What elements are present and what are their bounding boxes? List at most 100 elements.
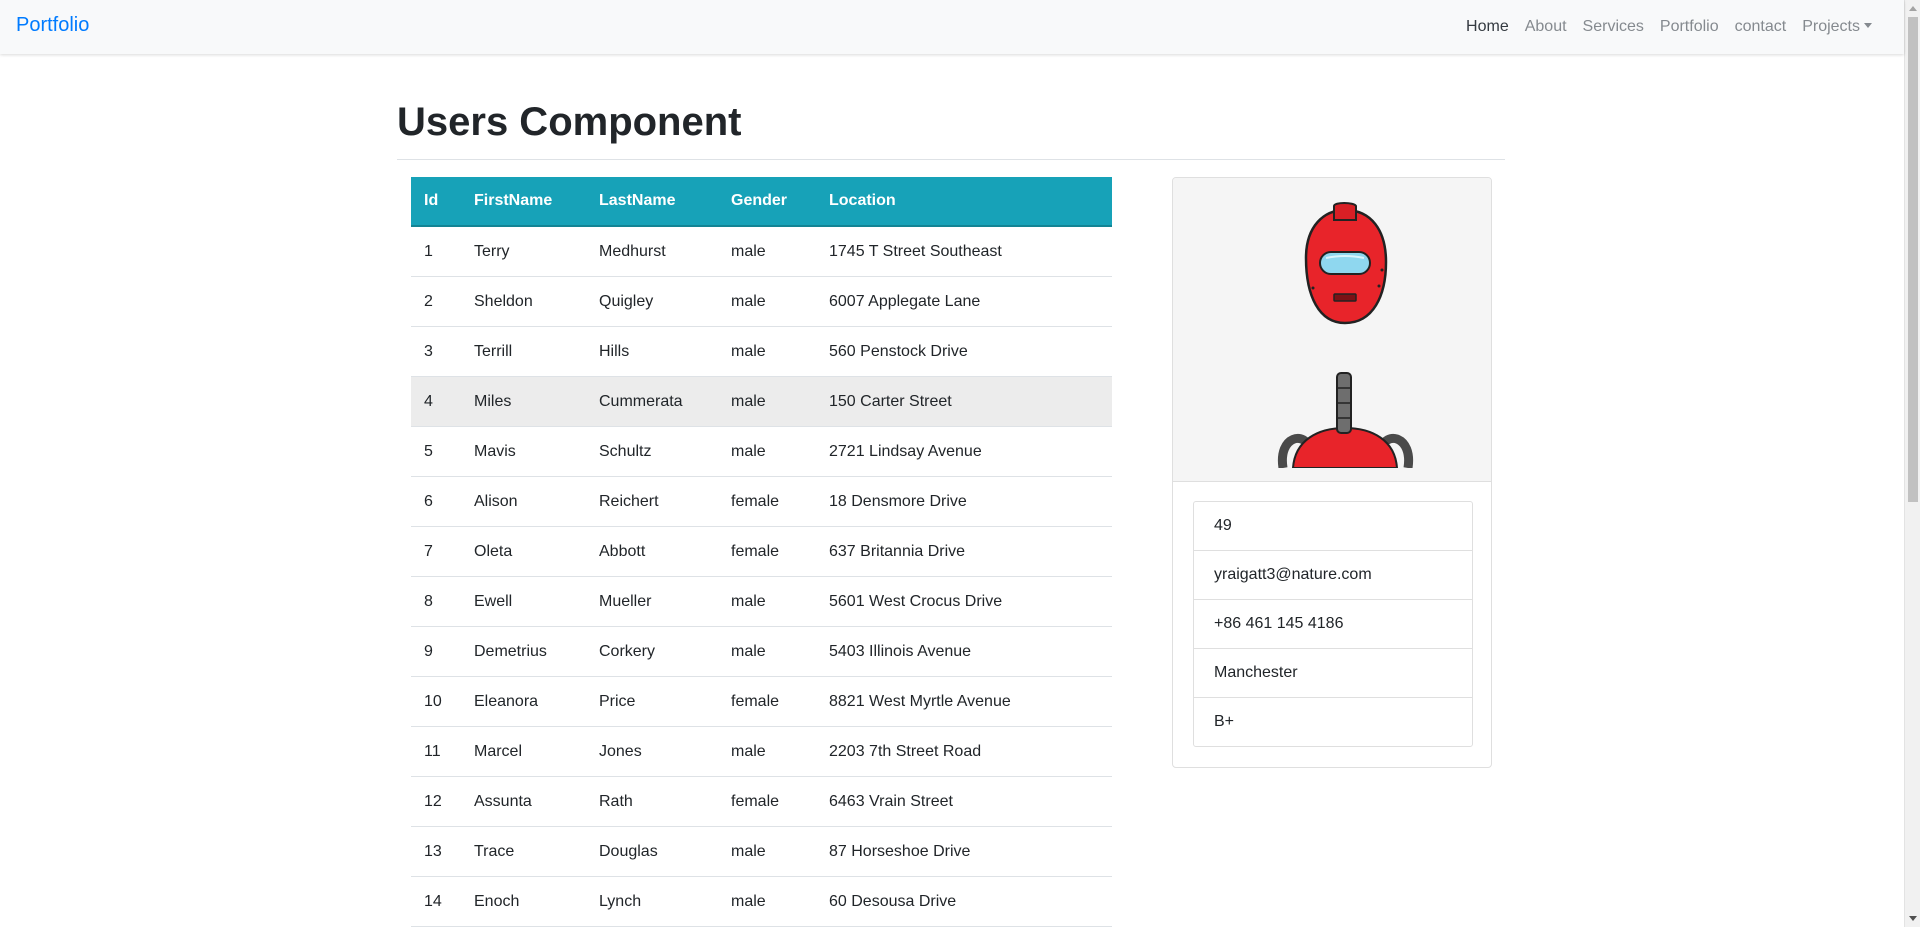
cell-id: 9 bbox=[411, 626, 461, 677]
scroll-up-arrow-icon[interactable] bbox=[1909, 6, 1917, 11]
cell-gender: female bbox=[718, 526, 816, 577]
cell-lastname: Medhurst bbox=[586, 226, 718, 277]
cell-firstname: Trace bbox=[461, 826, 586, 877]
cell-id: 2 bbox=[411, 276, 461, 327]
cell-firstname: Mavis bbox=[461, 426, 586, 477]
table-row[interactable]: 7 Oleta Abbott female 637 Britannia Drive bbox=[411, 526, 1112, 577]
page-title: Users Component bbox=[397, 100, 742, 144]
cell-lastname: Quigley bbox=[586, 276, 718, 327]
cell-firstname: Enoch bbox=[461, 876, 586, 927]
scroll-down-arrow-icon[interactable] bbox=[1909, 916, 1917, 921]
info-city: Manchester bbox=[1194, 649, 1472, 698]
cell-location: 5403 Illinois Avenue bbox=[816, 626, 1112, 677]
table-row[interactable]: 6 Alison Reichert female 18 Densmore Drive bbox=[411, 476, 1112, 527]
cell-id: 1 bbox=[411, 226, 461, 277]
cell-location: 6463 Vrain Street bbox=[816, 776, 1112, 827]
cell-firstname: Miles bbox=[461, 376, 586, 427]
table-row[interactable]: 10 Eleanora Price female 8821 West Myrtle Av… bbox=[411, 676, 1112, 727]
cell-location: 6007 Applegate Lane bbox=[816, 276, 1112, 327]
scrollbar-thumb[interactable] bbox=[1908, 17, 1918, 502]
cell-gender: male bbox=[718, 826, 816, 877]
cell-location: 1745 T Street Southeast bbox=[816, 226, 1112, 277]
cell-firstname: Sheldon bbox=[461, 276, 586, 327]
cell-firstname: Oleta bbox=[461, 526, 586, 577]
cell-id: 11 bbox=[411, 726, 461, 777]
cell-location: 60 Desousa Drive bbox=[816, 876, 1112, 927]
cell-id: 13 bbox=[411, 826, 461, 877]
header-location: Location bbox=[816, 177, 1112, 227]
header-lastname: LastName bbox=[586, 177, 718, 227]
cell-id: 12 bbox=[411, 776, 461, 827]
nav-contact[interactable]: contact bbox=[1727, 18, 1795, 36]
nav-about[interactable]: About bbox=[1517, 18, 1575, 36]
cell-firstname: Assunta bbox=[461, 776, 586, 827]
nav-services[interactable]: Services bbox=[1575, 18, 1652, 36]
cell-gender: male bbox=[718, 276, 816, 327]
users-table: Id FirstName LastName Gender Location 1T… bbox=[411, 177, 1112, 927]
cell-firstname: Marcel bbox=[461, 726, 586, 777]
cell-id: 3 bbox=[411, 326, 461, 377]
cell-firstname: Terry bbox=[461, 226, 586, 277]
cell-id: 10 bbox=[411, 676, 461, 727]
cell-id: 5 bbox=[411, 426, 461, 477]
table-row[interactable]: 12 Assunta Rath female 6463 Vrain Street bbox=[411, 776, 1112, 827]
cell-gender: male bbox=[718, 376, 816, 427]
table-row[interactable]: 9 Demetrius Corkery male 5403 Illinois Avenu… bbox=[411, 626, 1112, 677]
table-row[interactable]: 4 Miles Cummerata male 150 Carter Street bbox=[411, 376, 1112, 427]
caret-down-icon bbox=[1864, 23, 1872, 28]
table-row[interactable]: 5 Mavis Schultz male 2721 Lindsay Avenue bbox=[411, 426, 1112, 477]
nav-projects-dropdown[interactable]: Projects bbox=[1794, 18, 1880, 36]
cell-firstname: Demetrius bbox=[461, 626, 586, 677]
cell-id: 6 bbox=[411, 476, 461, 527]
cell-location: 637 Britannia Drive bbox=[816, 526, 1112, 577]
user-info-list: 49 yraigatt3@nature.com +86 461 145 4186… bbox=[1193, 501, 1473, 747]
cell-id: 4 bbox=[411, 376, 461, 427]
table-row[interactable]: 13 Trace Douglas male 87 Horseshoe Drive bbox=[411, 826, 1112, 877]
cell-location: 18 Densmore Drive bbox=[816, 476, 1112, 527]
cell-lastname: Jones bbox=[586, 726, 718, 777]
cell-location: 560 Penstock Drive bbox=[816, 326, 1112, 377]
cell-id: 7 bbox=[411, 526, 461, 577]
info-phone: +86 461 145 4186 bbox=[1194, 600, 1472, 649]
cell-location: 2203 7th Street Road bbox=[816, 726, 1112, 777]
cell-lastname: Lynch bbox=[586, 876, 718, 927]
table-row[interactable]: 1 Terry Medhurst male 1745 T Street Southeas… bbox=[411, 226, 1112, 277]
nav-portfolio[interactable]: Portfolio bbox=[1652, 18, 1727, 36]
table-header-row: Id FirstName LastName Gender Location bbox=[411, 177, 1112, 227]
cell-gender: male bbox=[718, 726, 816, 777]
cell-firstname: Alison bbox=[461, 476, 586, 527]
cell-firstname: Ewell bbox=[461, 576, 586, 627]
nav-projects-label: Projects bbox=[1802, 18, 1860, 35]
vertical-scrollbar[interactable] bbox=[1904, 0, 1920, 927]
cell-location: 150 Carter Street bbox=[816, 376, 1112, 427]
cell-location: 5601 West Crocus Drive bbox=[816, 576, 1112, 627]
cell-location: 87 Horseshoe Drive bbox=[816, 826, 1112, 877]
cell-gender: female bbox=[718, 676, 816, 727]
table-row[interactable]: 2 Sheldon Quigley male 6007 Applegate Lane bbox=[411, 276, 1112, 327]
nav-links: Home About Services Portfolio contact Pr… bbox=[1458, 0, 1880, 54]
cell-lastname: Douglas bbox=[586, 826, 718, 877]
cell-lastname: Abbott bbox=[586, 526, 718, 577]
robot-icon bbox=[1277, 202, 1414, 468]
user-detail-card: 49 yraigatt3@nature.com +86 461 145 4186… bbox=[1172, 177, 1492, 768]
cell-lastname: Rath bbox=[586, 776, 718, 827]
cell-lastname: Reichert bbox=[586, 476, 718, 527]
info-email: yraigatt3@nature.com bbox=[1194, 551, 1472, 600]
cell-lastname: Cummerata bbox=[586, 376, 718, 427]
cell-firstname: Eleanora bbox=[461, 676, 586, 727]
table-row[interactable]: 11 Marcel Jones male 2203 7th Street Road bbox=[411, 726, 1112, 777]
cell-lastname: Corkery bbox=[586, 626, 718, 677]
brand-link[interactable]: Portfolio bbox=[16, 14, 89, 37]
cell-location: 2721 Lindsay Avenue bbox=[816, 426, 1112, 477]
cell-firstname: Terrill bbox=[461, 326, 586, 377]
table-row[interactable]: 14 Enoch Lynch male 60 Desousa Drive bbox=[411, 876, 1112, 927]
info-blood-group: B+ bbox=[1214, 713, 1235, 730]
header-id: Id bbox=[411, 177, 461, 227]
title-divider bbox=[397, 159, 1505, 160]
navbar: Portfolio Home About Services Portfolio … bbox=[0, 0, 1904, 54]
table-row[interactable]: 3 Terrill Hills male 560 Penstock Drive bbox=[411, 326, 1112, 377]
cell-lastname: Hills bbox=[586, 326, 718, 377]
table-row[interactable]: 8 Ewell Mueller male 5601 West Crocus Drive bbox=[411, 576, 1112, 627]
cell-lastname: Mueller bbox=[586, 576, 718, 627]
nav-home[interactable]: Home bbox=[1458, 18, 1517, 36]
